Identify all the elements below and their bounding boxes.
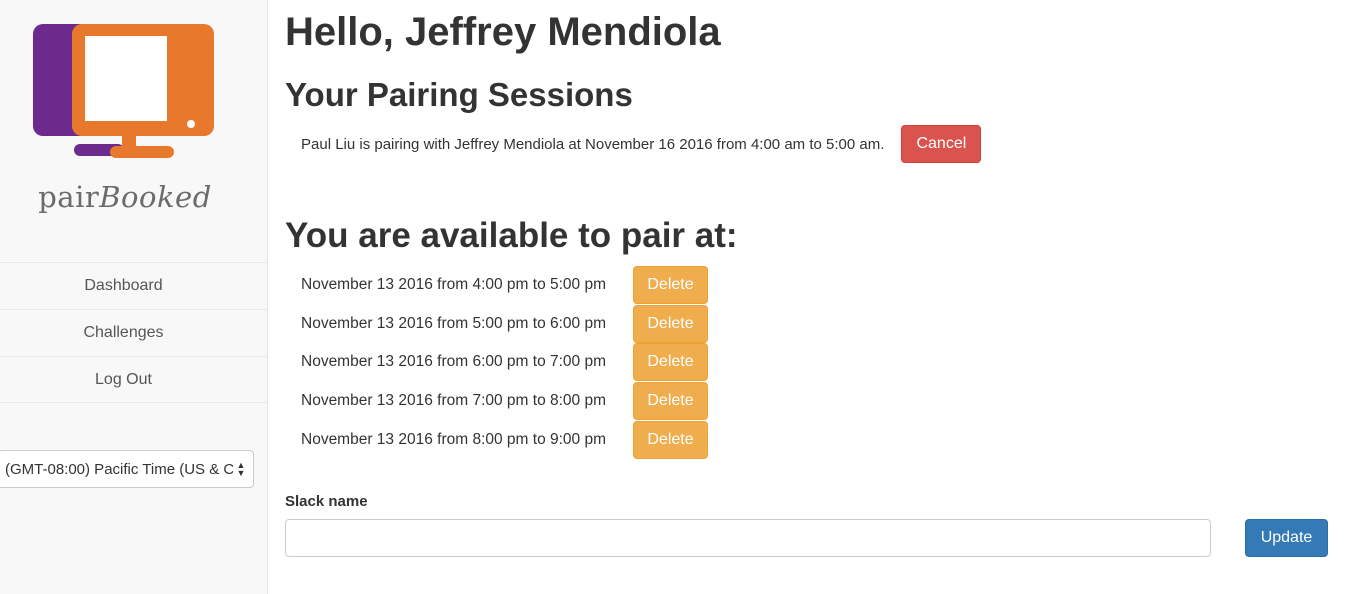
nav-item-logout[interactable]: Log Out [0, 356, 267, 403]
delete-button[interactable]: Delete [633, 304, 708, 343]
brand-name-part1: pair [38, 180, 100, 214]
availability-heading: You are available to pair at: [285, 216, 738, 255]
slot-text: November 13 2016 from 5:00 pm to 6:00 pm [301, 314, 606, 332]
select-arrows-icon: ▲ ▼ [236, 460, 246, 478]
slot-text: November 13 2016 from 4:00 pm to 5:00 pm [301, 276, 606, 294]
sidebar: pairBooked Dashboard Challenges Log Out … [0, 0, 268, 594]
delete-button[interactable]: Delete [633, 266, 708, 305]
sidebar-nav: Dashboard Challenges Log Out [0, 262, 267, 403]
session-row: Paul Liu is pairing with Jeffrey Mendiol… [301, 124, 982, 164]
cancel-button[interactable]: Cancel [901, 125, 982, 163]
pairbooked-logo-icon [33, 24, 214, 158]
brand-name: pairBooked [0, 180, 250, 214]
slot-text: November 13 2016 from 8:00 pm to 9:00 pm [301, 430, 606, 448]
list-item: November 13 2016 from 8:00 pm to 9:00 pm… [301, 420, 708, 459]
delete-button[interactable]: Delete [633, 420, 708, 459]
page-title: Hello, Jeffrey Mendiola [285, 10, 721, 54]
nav-item-dashboard[interactable]: Dashboard [0, 262, 267, 309]
slack-name-input[interactable] [285, 519, 1211, 557]
brand-name-part2: Booked [99, 180, 212, 214]
slot-text: November 13 2016 from 7:00 pm to 8:00 pm [301, 392, 606, 410]
sessions-heading: Your Pairing Sessions [285, 76, 633, 113]
list-item: November 13 2016 from 5:00 pm to 6:00 pm… [301, 304, 708, 344]
slack-name-label: Slack name [285, 493, 368, 510]
list-item: November 13 2016 from 7:00 pm to 8:00 pm… [301, 382, 708, 421]
update-button[interactable]: Update [1245, 519, 1328, 557]
availability-list: November 13 2016 from 4:00 pm to 5:00 pm… [301, 266, 708, 459]
delete-button[interactable]: Delete [633, 343, 708, 382]
timezone-select[interactable]: (GMT-08:00) Pacific Time (US & C ▲ ▼ [0, 450, 254, 488]
nav-item-challenges[interactable]: Challenges [0, 309, 267, 356]
delete-button[interactable]: Delete [633, 382, 708, 421]
timezone-selected-value: (GMT-08:00) Pacific Time (US & C [5, 460, 233, 478]
list-item: November 13 2016 from 4:00 pm to 5:00 pm… [301, 266, 708, 305]
slot-text: November 13 2016 from 6:00 pm to 7:00 pm [301, 353, 606, 371]
list-item: November 13 2016 from 6:00 pm to 7:00 pm… [301, 343, 708, 382]
session-text: Paul Liu is pairing with Jeffrey Mendiol… [301, 135, 885, 153]
